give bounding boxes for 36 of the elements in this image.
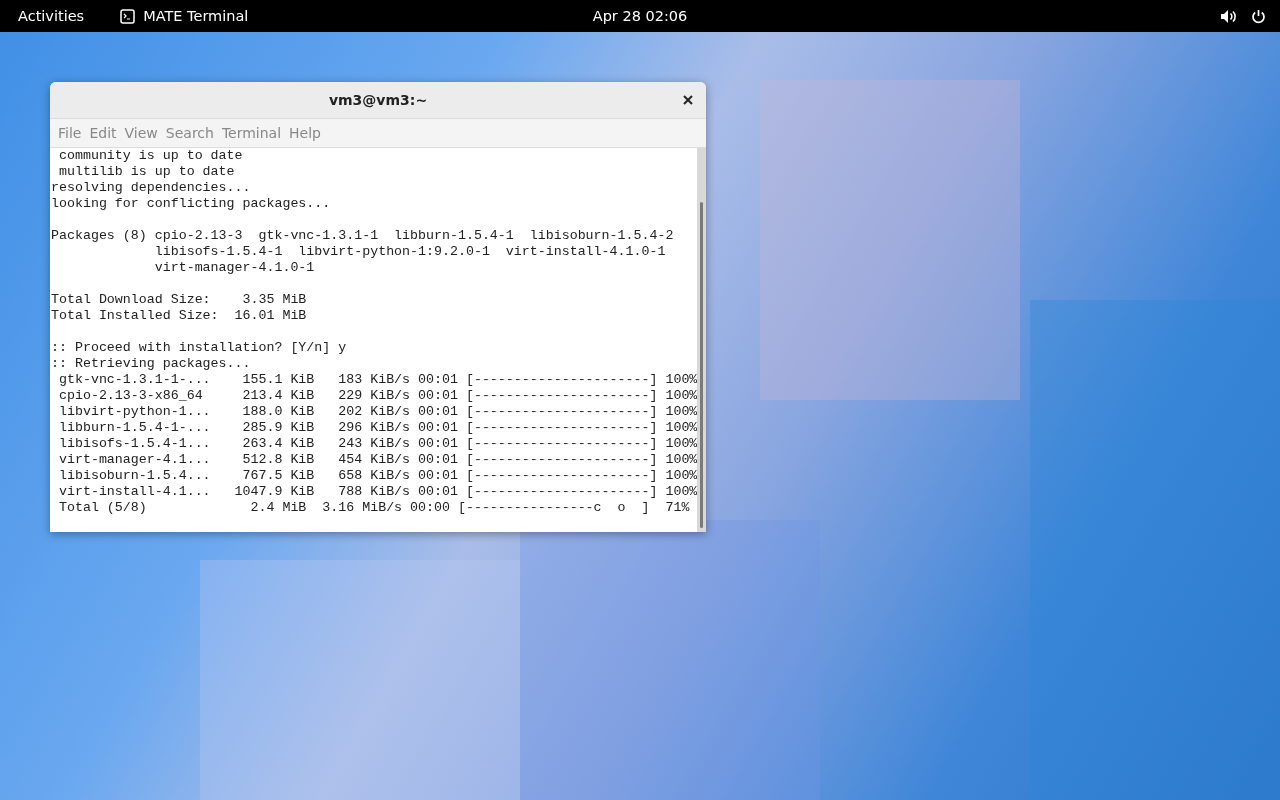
terminal-icon [120,8,136,24]
window-title: vm3@vm3:~ [328,92,428,108]
terminal-line: resolving dependencies... [51,180,252,196]
close-icon[interactable] [683,95,693,105]
app-menu-button[interactable]: MATE Terminal [120,8,249,24]
terminal-line: Total (5/8) 2.4 MiB 3.16 MiB/s 00:00 [----------------c o ] 71% [57,500,691,516]
menu-item[interactable]: Terminal [217,125,286,141]
activities-button[interactable]: Activities [18,8,85,24]
power-icon[interactable] [1251,8,1266,24]
menu-item[interactable]: View [120,125,162,141]
menu-item[interactable]: Search [161,125,218,141]
volume-icon[interactable] [1220,8,1237,24]
scrollbar[interactable] [697,148,706,532]
terminal-line: libburn-1.5.4-1-... 285.9 KiB 296 KiB/s 00:01 [----------------------] 100% [57,420,698,436]
menu-item[interactable]: Edit [85,125,121,141]
terminal-line: community is up to date [57,148,244,164]
terminal-line: libisoburn-1.5.4... 767.5 KiB 658 KiB/s 00:01 [----------------------] 100% [57,468,698,484]
terminal-line: libisofs-1.5.4-1... 263.4 KiB 243 KiB/s 00:01 [----------------------] 100% [57,436,698,452]
terminal-line: libvirt-python-1... 188.0 KiB 202 KiB/s 00:01 [----------------------] 100% [57,404,698,420]
terminal-line: Total Installed Size: 16.01 MiB [51,308,308,324]
terminal-line: cpio-2.13-3-x86_64 213.4 KiB 229 KiB/s 00:01 [----------------------] 100% [57,388,698,404]
menu-item[interactable]: File [54,125,86,141]
terminal-line: multilib is up to date [57,164,236,180]
terminal-line: :: Proceed with installation? [Y/n] y [51,340,348,356]
terminal-line: :: Retrieving packages... [51,356,252,372]
terminal-line: Packages (8) cpio-2.13-3 gtk-vnc-1.3.1-1 libburn-1.5.4-1 libisoburn-1.5.4-2 [51,228,675,244]
terminal-line: looking for conflicting packages... [51,196,332,212]
clock[interactable]: Apr 28 02:06 [592,8,688,24]
terminal-line: Total Download Size: 3.35 MiB [51,292,308,308]
terminal-line: virt-manager-4.1.0-1 [153,260,316,276]
terminal-line: libisofs-1.5.4-1 libvirt-python-1:9.2.0-1 virt-install-4.1.0-1 [153,244,667,260]
scrollbar-thumb[interactable] [700,202,703,528]
terminal-line: virt-manager-4.1... 512.8 KiB 454 KiB/s 00:01 [----------------------] 100% [57,452,698,468]
terminal-line: gtk-vnc-1.3.1-1-... 155.1 KiB 183 KiB/s 00:01 [----------------------] 100% [57,372,698,388]
menu-item[interactable]: Help [285,125,325,141]
terminal-line: virt-install-4.1... 1047.9 KiB 788 KiB/s 00:01 [----------------------] 100% [57,484,698,500]
